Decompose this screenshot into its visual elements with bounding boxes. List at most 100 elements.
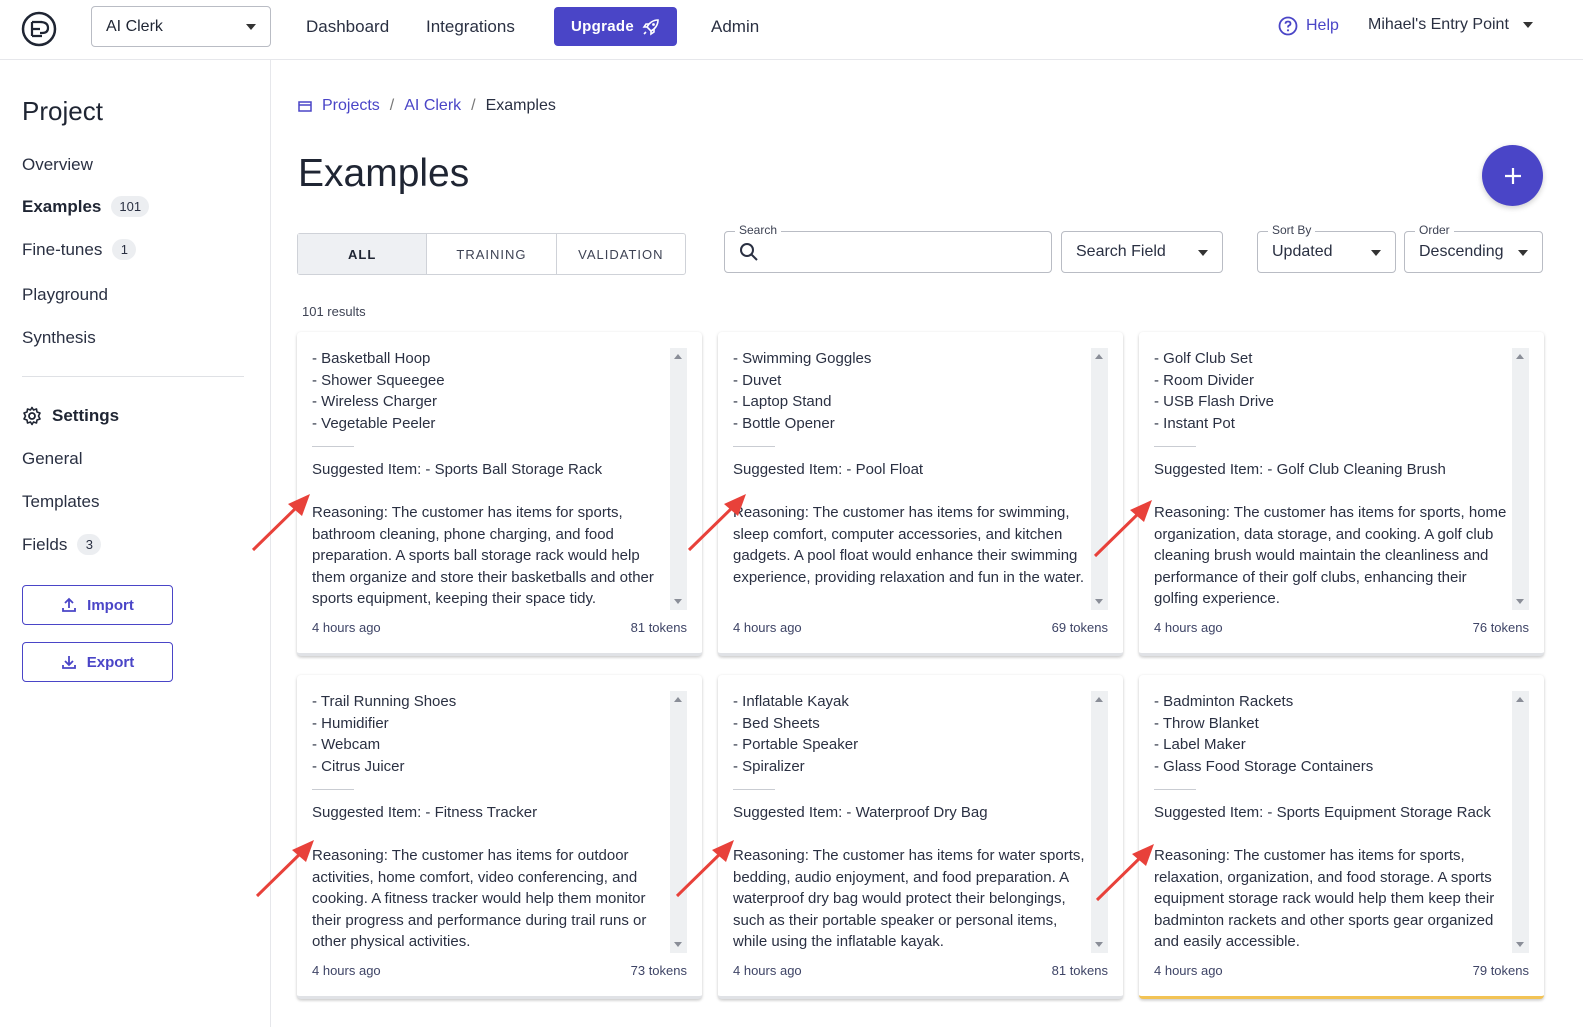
ep-logo-icon[interactable] <box>20 10 58 48</box>
breadcrumb-projects[interactable]: Projects <box>322 97 380 115</box>
scrollbar[interactable] <box>1091 348 1108 610</box>
updated-time: 4 hours ago <box>312 620 381 635</box>
search-input[interactable]: Search <box>724 223 1052 273</box>
scroll-down-icon[interactable] <box>1516 599 1524 604</box>
suggested-item: Suggested Item: - Sports Ball Storage Ra… <box>312 461 603 479</box>
reasoning-text: Reasoning: The customer has items for sp… <box>312 503 654 608</box>
scrollbar[interactable] <box>670 348 687 610</box>
example-input-item: - Vegetable Peeler <box>312 414 436 432</box>
sidebar-item-templates[interactable]: Templates <box>22 492 99 512</box>
scrollbar[interactable] <box>1091 691 1108 953</box>
suggested-item: Suggested Item: - Pool Float <box>733 461 924 479</box>
card-footer: 4 hours ago 76 tokens <box>1154 620 1529 635</box>
scroll-down-icon[interactable] <box>674 942 682 947</box>
example-card[interactable]: - Inflatable Kayak - Bed Sheets - Portable… <box>718 675 1123 999</box>
order-label: Order <box>1415 223 1454 237</box>
sort-by-select[interactable]: Sort By Updated <box>1257 223 1396 273</box>
annotation-arrow <box>251 494 310 552</box>
project-select-value: AI Clerk <box>106 17 163 35</box>
order-select[interactable]: Order Descending <box>1404 223 1543 273</box>
sidebar-item-fine-tunes[interactable]: Fine-tunes 1 <box>22 239 137 260</box>
import-button[interactable]: Import <box>22 585 173 625</box>
example-card[interactable]: - Golf Club Set - Room Divider - USB Flash… <box>1139 332 1544 656</box>
export-button[interactable]: Export <box>22 642 173 682</box>
example-input-item: - Webcam <box>312 736 381 754</box>
scroll-up-icon[interactable] <box>1095 354 1103 359</box>
breadcrumb-separator: / <box>471 97 476 114</box>
sidebar-item-overview[interactable]: Overview <box>22 155 93 175</box>
sidebar-item-label: Fields <box>22 534 68 554</box>
token-count: 81 tokens <box>630 620 687 635</box>
sidebar-item-general[interactable]: General <box>22 449 82 469</box>
example-input-item: - Spiralizer <box>733 757 805 775</box>
scroll-up-icon[interactable] <box>674 697 682 702</box>
scroll-up-icon[interactable] <box>674 354 682 359</box>
example-separator <box>1154 789 1196 791</box>
example-card[interactable]: - Badminton Rackets - Throw Blanket - Labe… <box>1139 675 1544 999</box>
example-card[interactable]: - Trail Running Shoes - Humidifier - Webca… <box>297 675 702 999</box>
reasoning-text: Reasoning: The customer has items for sp… <box>1154 503 1507 608</box>
download-icon <box>61 656 76 669</box>
nav-dashboard[interactable]: Dashboard <box>306 17 389 37</box>
scrollbar[interactable] <box>670 691 687 953</box>
scroll-down-icon[interactable] <box>1095 599 1103 604</box>
upgrade-button[interactable]: Upgrade <box>554 7 677 46</box>
sidebar-item-fields[interactable]: Fields 3 <box>22 534 102 555</box>
nav-admin[interactable]: Admin <box>711 17 759 37</box>
scroll-down-icon[interactable] <box>1516 942 1524 947</box>
example-separator <box>733 446 775 448</box>
tab-training[interactable]: TRAINING <box>427 234 557 274</box>
chevron-down-icon <box>1522 22 1533 28</box>
tab-all[interactable]: ALL <box>298 234 428 274</box>
scroll-up-icon[interactable] <box>1516 354 1524 359</box>
example-input-item: - Citrus Juicer <box>312 757 405 775</box>
chevron-down-icon <box>246 24 256 30</box>
sidebar-item-label: Synthesis <box>22 328 96 347</box>
project-select[interactable]: AI Clerk <box>91 6 271 47</box>
example-card[interactable]: - Swimming Goggles - Duvet - Laptop Stand -… <box>718 332 1123 656</box>
sidebar-item-label: Playground <box>22 285 109 304</box>
tab-validation[interactable]: VALIDATION <box>557 234 685 274</box>
user-menu[interactable]: Mihael's Entry Point <box>1368 16 1533 34</box>
card-footer: 4 hours ago 79 tokens <box>1154 963 1529 978</box>
plus-icon <box>1504 167 1521 184</box>
sort-by-label: Sort By <box>1268 223 1316 237</box>
scrollbar[interactable] <box>1512 691 1529 953</box>
example-input-item: - Badminton Rackets <box>1154 693 1294 710</box>
sort-by-value: Updated <box>1272 243 1333 260</box>
example-input-item: - Throw Blanket <box>1154 714 1259 732</box>
breadcrumb-project[interactable]: AI Clerk <box>404 97 461 115</box>
sidebar-item-label: Fine-tunes <box>22 239 103 259</box>
example-input-item: - Glass Food Storage Containers <box>1154 757 1374 775</box>
example-separator <box>312 446 354 448</box>
help-link[interactable]: Help <box>1278 16 1339 36</box>
scrollbar[interactable] <box>1512 348 1529 610</box>
sidebar-item-examples[interactable]: Examples 101 <box>22 196 150 217</box>
token-count: 81 tokens <box>1051 963 1108 978</box>
example-content: - Inflatable Kayak - Bed Sheets - Portable… <box>733 691 1088 953</box>
search-field-select[interactable]: Search Field <box>1061 231 1223 273</box>
suggested-item: Suggested Item: - Waterproof Dry Bag <box>733 804 988 822</box>
help-label: Help <box>1306 17 1339 34</box>
example-input-item: - Bottle Opener <box>733 414 835 432</box>
scroll-down-icon[interactable] <box>674 599 682 604</box>
example-content: - Badminton Rackets - Throw Blanket - Labe… <box>1154 691 1509 953</box>
example-content: - Golf Club Set - Room Divider - USB Flash… <box>1154 348 1509 610</box>
add-example-button[interactable] <box>1482 145 1543 206</box>
updated-time: 4 hours ago <box>733 620 802 635</box>
example-card[interactable]: - Basketball Hoop - Shower Squeegee - Wire… <box>297 332 702 656</box>
sidebar-item-synthesis[interactable]: Synthesis <box>22 328 96 348</box>
chevron-down-icon <box>1371 250 1381 256</box>
user-name: Mihael's Entry Point <box>1368 16 1509 33</box>
example-input-item: - Laptop Stand <box>733 393 832 411</box>
scroll-up-icon[interactable] <box>1095 697 1103 702</box>
scroll-up-icon[interactable] <box>1516 697 1524 702</box>
breadcrumb-current: Examples <box>485 97 556 114</box>
nav-integrations[interactable]: Integrations <box>426 17 515 37</box>
example-content: - Trail Running Shoes - Humidifier - Webca… <box>312 691 667 953</box>
suggested-item: Suggested Item: - Sports Equipment Stora… <box>1154 804 1491 822</box>
sidebar-item-playground[interactable]: Playground <box>22 285 108 305</box>
chevron-down-icon <box>1198 250 1208 256</box>
example-input-item: - Shower Squeegee <box>312 371 445 389</box>
scroll-down-icon[interactable] <box>1095 942 1103 947</box>
